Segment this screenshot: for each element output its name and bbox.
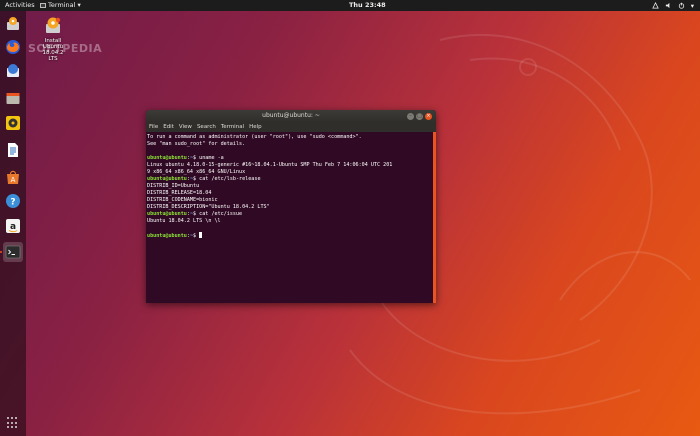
- show-applications-icon[interactable]: [7, 417, 19, 429]
- command-text: cat /etc/issue: [196, 211, 243, 217]
- help-icon: ?: [6, 194, 20, 208]
- menu-help[interactable]: Help: [249, 124, 262, 130]
- dock-item-thunderbird[interactable]: [3, 61, 23, 81]
- rhythmbox-icon: [6, 116, 20, 130]
- text-cursor: [199, 232, 203, 238]
- menu-terminal[interactable]: Terminal: [221, 124, 244, 130]
- terminal-output-line: Ubuntu 18.04.2 LTS \n \l: [147, 218, 221, 224]
- chevron-down-icon: ▾: [690, 1, 694, 10]
- libreoffice-writer-icon: [8, 143, 18, 157]
- network-icon: [651, 2, 659, 9]
- svg-text:A: A: [11, 176, 16, 184]
- dock-item-installer[interactable]: [3, 14, 23, 34]
- window-controls: – □ ×: [407, 112, 432, 120]
- prompt-user: ubuntu@ubuntu: [147, 176, 187, 182]
- prompt-user: ubuntu@ubuntu: [147, 233, 187, 239]
- svg-text:?: ?: [10, 198, 15, 208]
- installer-disk-icon: [46, 17, 61, 33]
- terminal-window[interactable]: ubuntu@ubuntu: ~ – □ × File Edit View Se…: [146, 110, 436, 303]
- running-indicator: [0, 251, 2, 253]
- activities-button[interactable]: Activities: [5, 1, 35, 9]
- dock-item-software[interactable]: A: [3, 167, 23, 187]
- desktop-icon-install-ubuntu[interactable]: Install Ubuntu 18.04.2 LTS: [38, 16, 68, 62]
- prompt-user: ubuntu@ubuntu: [147, 155, 187, 161]
- dock-item-files[interactable]: [3, 88, 23, 108]
- window-title: ubuntu@ubuntu: ~: [262, 112, 320, 119]
- window-titlebar[interactable]: ubuntu@ubuntu: ~ – □ ×: [146, 110, 436, 122]
- terminal-icon: [40, 2, 46, 8]
- menu-bar: File Edit View Search Terminal Help: [146, 122, 436, 132]
- volume-icon: [665, 2, 670, 9]
- software-center-icon: A: [7, 170, 19, 184]
- watermark: SOFTPEDIA: [28, 42, 103, 55]
- command-text: uname -a: [196, 155, 224, 161]
- app-menu-button[interactable]: Terminal ▾: [40, 1, 81, 9]
- terminal-prompt-line: ubuntu@ubuntu:~$ cat /etc/issue: [147, 211, 434, 218]
- svg-text:a: a: [10, 222, 16, 232]
- dock-item-amazon[interactable]: a: [3, 216, 23, 236]
- thunderbird-icon: [7, 64, 19, 77]
- terminal-output-line: Linux ubuntu 4.18.0-15-generic #16~18.04…: [147, 162, 393, 168]
- prompt-user: ubuntu@ubuntu: [147, 211, 187, 217]
- terminal-output-line: To run a command as administrator (user …: [147, 134, 362, 140]
- menu-edit[interactable]: Edit: [163, 124, 174, 130]
- app-menu-label: Terminal: [48, 1, 76, 9]
- scrollbar[interactable]: [433, 132, 436, 303]
- dock-item-writer[interactable]: [3, 140, 23, 160]
- terminal-output-line: DISTRIB_DESCRIPTION="Ubuntu 18.04.2 LTS": [147, 204, 270, 210]
- terminal-output-line: DISTRIB_ID=Ubuntu: [147, 183, 200, 189]
- terminal-prompt-line: ubuntu@ubuntu:~$ cat /etc/lsb-release: [147, 176, 434, 183]
- firefox-icon: [6, 40, 20, 54]
- power-icon: [678, 2, 684, 9]
- dock-item-firefox[interactable]: [3, 37, 23, 57]
- installer-icon: [7, 17, 19, 30]
- dock-item-rhythmbox[interactable]: [3, 113, 23, 133]
- clock[interactable]: Thu 23:48: [349, 1, 386, 9]
- maximize-button[interactable]: □: [416, 112, 423, 120]
- terminal-icon: [5, 245, 21, 259]
- terminal-output-line: 9 x86_64 x86_64 x86_64 GNU/Linux: [147, 169, 246, 175]
- chevron-down-icon: ▾: [77, 1, 81, 9]
- terminal-output-line: DISTRIB_RELEASE=18.04: [147, 190, 212, 196]
- dock: A ? a: [0, 11, 26, 436]
- terminal-output-line: DISTRIB_CODENAME=bionic: [147, 197, 218, 203]
- dock-item-terminal[interactable]: [3, 242, 23, 262]
- menu-view[interactable]: View: [179, 124, 192, 130]
- close-button[interactable]: ×: [425, 112, 432, 120]
- top-bar: Activities Terminal ▾ Thu 23:48 ▾: [0, 0, 700, 11]
- system-tray[interactable]: ▾: [651, 0, 694, 11]
- dock-item-help[interactable]: ?: [3, 191, 23, 211]
- menu-file[interactable]: File: [149, 124, 158, 130]
- terminal-prompt-line: ubuntu@ubuntu:~$ uname -a: [147, 155, 434, 162]
- terminal-output-line: See "man sudo_root" for details.: [147, 141, 246, 147]
- terminal-prompt-line: ubuntu@ubuntu:~$: [147, 232, 434, 239]
- command-text: cat /etc/lsb-release: [196, 176, 261, 182]
- amazon-icon: a: [6, 219, 20, 233]
- terminal-output[interactable]: To run a command as administrator (user …: [146, 132, 436, 239]
- menu-search[interactable]: Search: [197, 124, 216, 130]
- minimize-button[interactable]: –: [407, 112, 414, 120]
- files-icon: [6, 93, 20, 104]
